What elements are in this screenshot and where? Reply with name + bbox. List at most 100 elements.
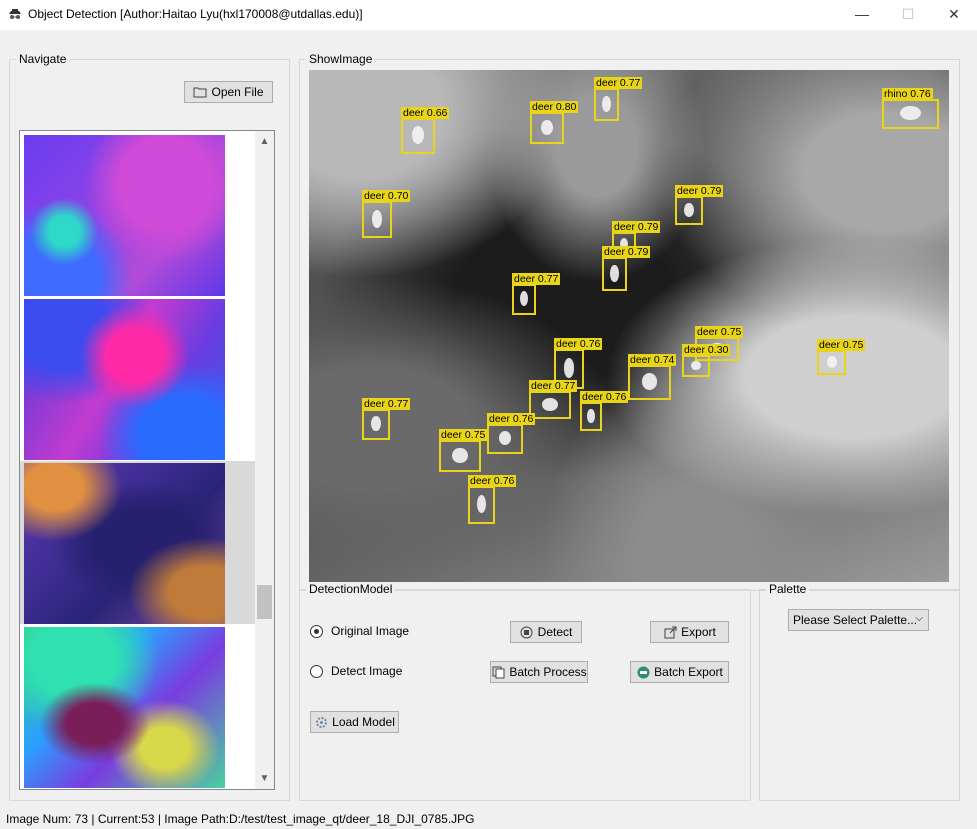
detection-label: deer 0.75 [439,429,488,441]
detection-box: deer 0.77 [362,398,411,440]
detection-label: deer 0.76 [487,413,536,425]
maximize-button[interactable]: ☐ [885,0,931,30]
detection-label: deer 0.77 [362,398,411,410]
detection-label: deer 0.30 [682,344,731,356]
palette-select-value: Please Select Palette... [793,613,918,627]
detection-box: deer 0.66 [401,107,450,154]
detection-label: deer 0.74 [628,354,677,366]
detection-label: deer 0.76 [468,475,517,487]
radio-detect-label: Detect Image [331,664,403,678]
showimage-title: ShowImage [306,52,376,66]
thumbnail-1[interactable] [24,135,225,296]
minimize-icon: — [855,6,869,22]
close-button[interactable]: ✕ [931,0,977,30]
detection-label: deer 0.76 [554,338,603,350]
detection-box: deer 0.70 [362,190,411,238]
detection-box: deer 0.80 [530,101,579,144]
detection-label: deer 0.80 [530,101,579,113]
detection-box: deer 0.74 [628,354,677,400]
folder-icon [193,85,207,99]
detect-icon [520,625,534,639]
animal-heat-signature [587,409,595,423]
thermal-image-view[interactable]: deer 0.66 deer 0.80 deer 0.77 rhino 0.76 dee… [309,70,949,582]
detection-label: deer 0.75 [695,326,744,338]
animal-heat-signature [602,95,611,112]
thumbnail-list[interactable]: ▲ ▼ [19,130,275,790]
thumbnail-4[interactable] [24,627,225,788]
detection-box: deer 0.76 [468,475,517,524]
detection-box: deer 0.30 [682,344,731,377]
thumbnail-3[interactable] [24,463,225,624]
detection-box: deer 0.79 [602,246,651,291]
animal-heat-signature [412,126,424,144]
load-model-button[interactable]: Load Model [310,711,399,733]
animal-heat-signature [371,209,383,228]
minimize-button[interactable]: — [839,0,885,30]
open-file-label: Open File [211,85,264,99]
animal-heat-signature [899,106,922,121]
detection-label: deer 0.77 [512,273,561,285]
batch-process-label: Batch Process [509,665,587,679]
title-bar: Object Detection [Author:Haitao Lyu(hxl1… [0,0,977,30]
animal-heat-signature [610,265,619,282]
detection-model-title: DetectionModel [306,582,396,596]
detection-box: deer 0.75 [817,339,866,375]
palette-title: Palette [766,582,810,596]
scroll-down-icon[interactable]: ▼ [255,770,274,787]
radio-original-image[interactable]: Original Image [310,624,409,638]
animal-heat-signature [541,119,553,135]
copy-icon [491,665,505,679]
batch-process-button[interactable]: Batch Process [490,661,588,683]
detection-box: deer 0.75 [439,429,488,472]
animal-heat-signature [498,431,512,446]
detection-box: rhino 0.76 [882,88,939,129]
animal-heat-signature [684,203,694,217]
radio-detect-image[interactable]: Detect Image [310,664,402,678]
detection-label: deer 0.70 [362,190,411,202]
thumbnail-2[interactable] [24,299,225,460]
export-icon [663,625,677,639]
chevron-down-icon: ⌵ [915,613,923,624]
detection-box: deer 0.77 [512,273,561,315]
detection-box: deer 0.76 [487,413,536,454]
status-bar: Image Num: 73 | Current:53 | Image Path:… [6,812,475,826]
animal-heat-signature [520,291,528,307]
animal-heat-signature [826,356,837,368]
radio-original-label: Original Image [331,624,410,638]
detection-box: deer 0.79 [675,185,724,225]
detection-label: deer 0.75 [817,339,866,351]
detection-label: deer 0.66 [401,107,450,119]
batch-export-label: Batch Export [654,665,723,679]
animal-heat-signature [641,373,658,391]
animal-heat-signature [691,360,701,371]
detection-label: deer 0.76 [580,391,629,403]
detection-label: deer 0.79 [675,185,724,197]
close-icon: ✕ [948,6,960,22]
detection-box: deer 0.76 [580,391,629,431]
window-title: Object Detection [Author:Haitao Lyu(hxl1… [28,7,363,21]
scroll-up-icon[interactable]: ▲ [255,133,274,150]
export-button[interactable]: Export [650,621,729,643]
animal-heat-signature [542,397,558,411]
palette-select[interactable]: Please Select Palette... ⌵ [788,609,929,631]
detection-box: deer 0.77 [594,77,643,121]
maximize-icon: ☐ [901,6,915,22]
animal-heat-signature [452,447,468,463]
detection-label: deer 0.77 [529,380,578,392]
animal-heat-signature [476,494,487,514]
batch-export-icon [636,665,650,679]
navigate-title: Navigate [16,52,70,66]
detect-label: Detect [537,625,573,639]
batch-export-button[interactable]: Batch Export [630,661,729,683]
open-file-button[interactable]: Open File [184,81,273,103]
export-label: Export [681,625,716,639]
detect-button[interactable]: Detect [510,621,582,643]
radio-detect-dot[interactable] [310,664,323,678]
radio-original-dot[interactable] [310,624,323,638]
detection-label: deer 0.79 [612,221,661,233]
detection-label: deer 0.77 [594,77,643,89]
scroll-thumb[interactable] [257,585,272,619]
detection-label: rhino 0.76 [882,88,933,100]
gear-icon [314,715,328,729]
thumbnail-scrollbar[interactable]: ▲ ▼ [255,131,274,789]
